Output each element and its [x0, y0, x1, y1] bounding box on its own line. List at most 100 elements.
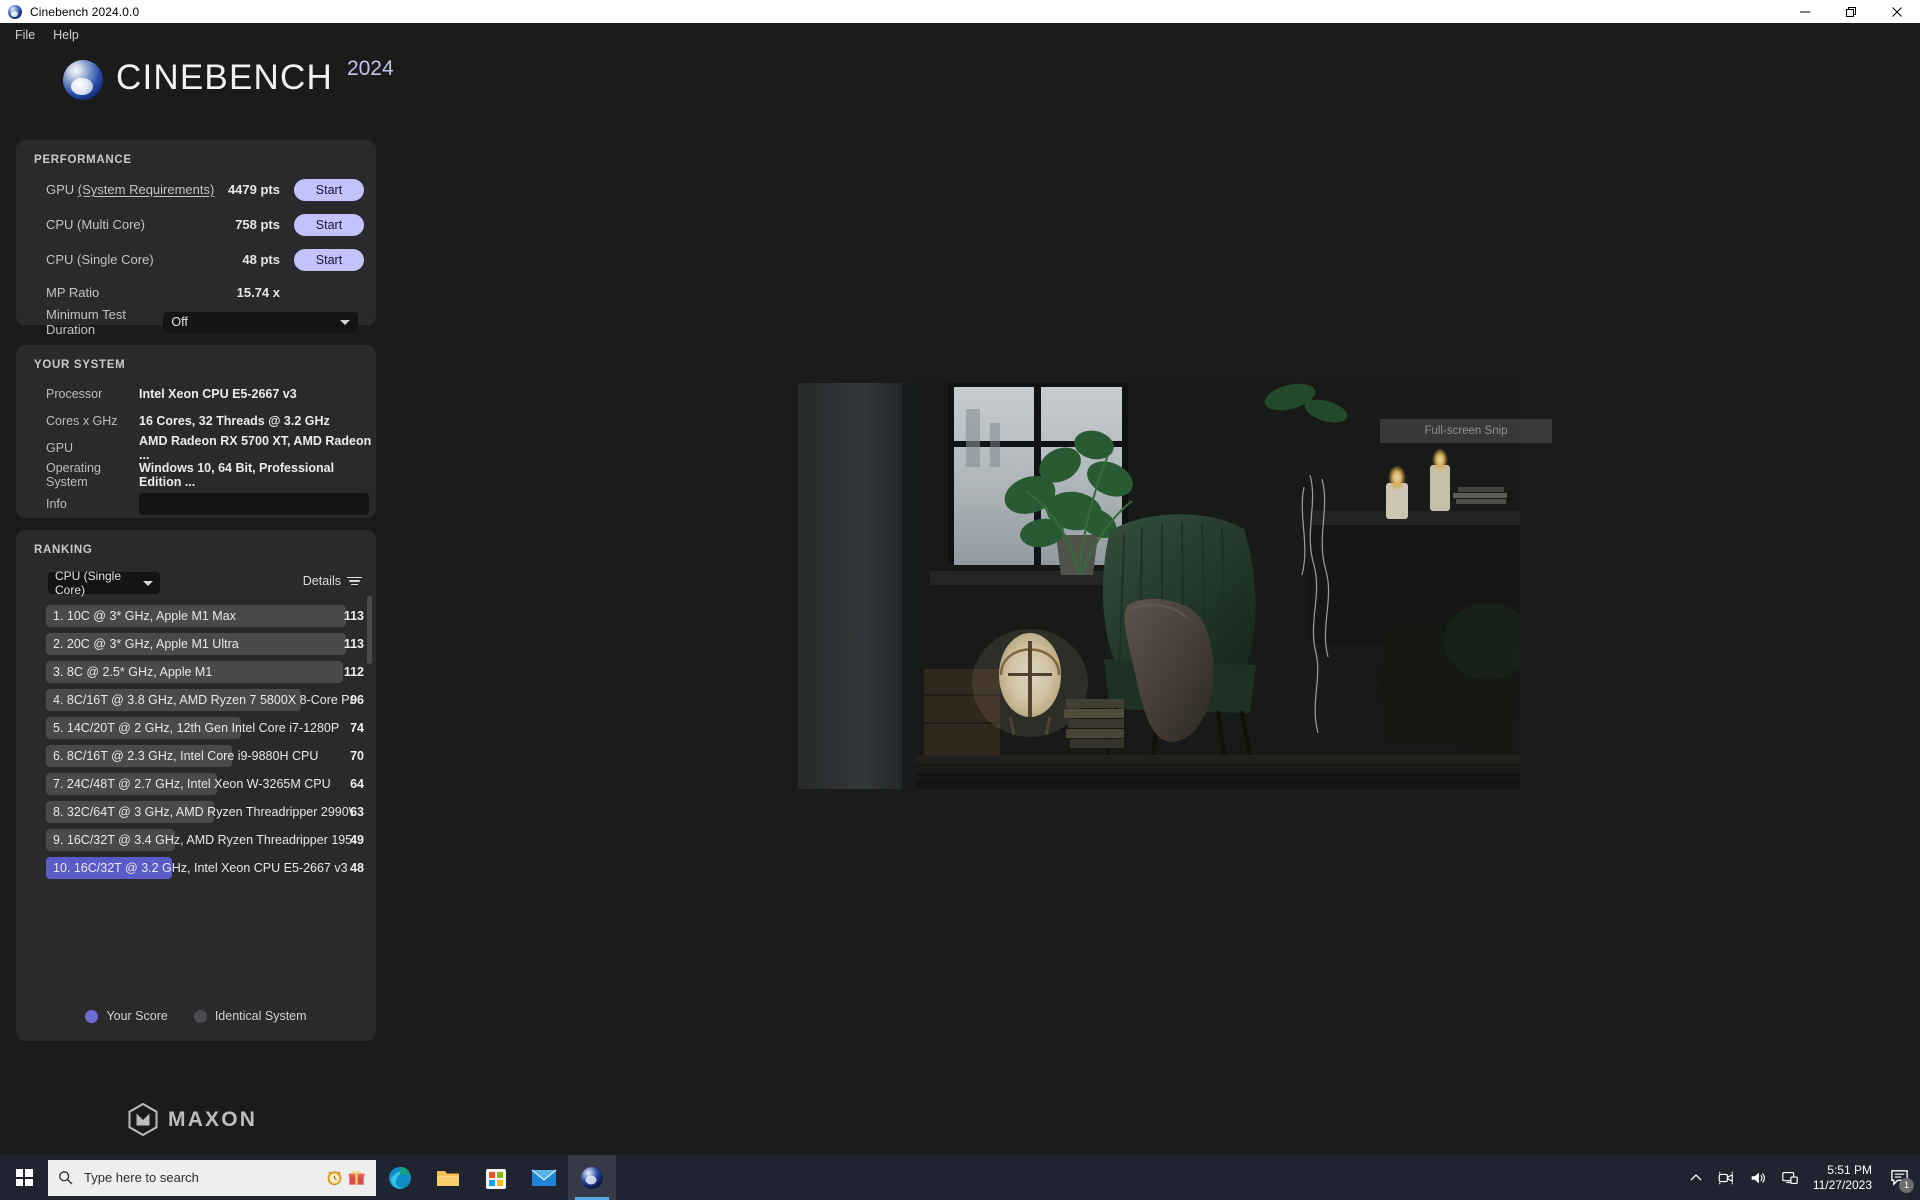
ranking-row[interactable]: 8. 32C/64T @ 3 GHz, AMD Ryzen Threadripp…	[36, 798, 378, 826]
teams-camera-icon[interactable]	[1717, 1169, 1735, 1187]
cpu-multi-label: CPU (Multi Core)	[46, 217, 145, 232]
window-controls	[1782, 0, 1920, 23]
legend-your-score: Your Score	[85, 1009, 168, 1023]
ranking-row[interactable]: 4. 8C/16T @ 3.8 GHz, AMD Ryzen 7 5800X 8…	[36, 686, 378, 714]
ranking-row-score: 48	[350, 861, 364, 875]
filter-icon	[347, 576, 362, 586]
gift-icon[interactable]	[347, 1168, 366, 1187]
performance-row-gpu: GPU (System Requirements) 4479 pts Start	[16, 172, 376, 207]
ranking-metric-dropdown[interactable]: CPU (Single Core)	[48, 569, 160, 597]
cinebench-taskbar-icon	[581, 1166, 603, 1189]
ranking-row-label: 6. 8C/16T @ 2.3 GHz, Intel Core i9-9880H…	[53, 749, 319, 763]
system-row-os: Operating System Windows 10, 64 Bit, Pro…	[16, 461, 376, 489]
ranking-scrollbar-thumb[interactable]	[367, 596, 372, 664]
ranking-row-label: 3. 8C @ 2.5* GHz, Apple M1	[53, 665, 213, 679]
system-tray: 5:51 PM 11/27/2023 1	[1689, 1155, 1920, 1200]
version-year: 2024	[346, 57, 394, 80]
mp-ratio-value: 15.74 x	[236, 284, 280, 300]
taskbar-app-file-explorer[interactable]	[424, 1155, 472, 1200]
processor-value: Intel Xeon CPU E5-2667 v3	[139, 386, 297, 401]
info-label: Info	[46, 497, 67, 511]
mail-icon	[531, 1169, 557, 1186]
wordmark: CINEBENCH	[116, 58, 333, 97]
cinebench-window: Cinebench 2024.0.0 File Help CINEBENCH 2…	[0, 0, 1920, 1200]
ranking-row[interactable]: 1. 10C @ 3* GHz, Apple M1 Max 113	[36, 602, 378, 630]
ranking-row-label: 5. 14C/20T @ 2 GHz, 12th Gen Intel Core …	[53, 721, 340, 735]
ranking-panel: RANKING CPU (Single Core) Details 1. 10C…	[16, 530, 376, 1041]
system-gpu-value: AMD Radeon RX 5700 XT, AMD Radeon ...	[139, 433, 372, 462]
ranking-row-score: 64	[350, 777, 364, 791]
cores-value: 16 Cores, 32 Threads @ 3.2 GHz	[139, 413, 330, 428]
performance-row-mp-ratio: MP Ratio 15.74 x	[16, 277, 376, 307]
ranking-row-label: 7. 24C/48T @ 2.7 GHz, Intel Xeon W-3265M…	[53, 777, 331, 791]
taskbar-app-cinebench[interactable]	[568, 1155, 616, 1200]
menu-item-help[interactable]: Help	[44, 25, 88, 45]
render-viewport	[798, 383, 1520, 789]
close-icon[interactable]	[1874, 0, 1920, 23]
ranking-row[interactable]: 10. 16C/32T @ 3.2 GHz, Intel Xeon CPU E5…	[36, 854, 378, 882]
ranking-row-label: 10. 16C/32T @ 3.2 GHz, Intel Xeon CPU E5…	[53, 861, 348, 875]
chevron-down-icon	[340, 319, 350, 325]
ranking-row-label: 4. 8C/16T @ 3.8 GHz, AMD Ryzen 7 5800X 8…	[53, 693, 353, 707]
taskbar-app-microsoft-store[interactable]	[472, 1155, 520, 1200]
ranking-row[interactable]: 2. 20C @ 3* GHz, Apple M1 Ultra 113	[36, 630, 378, 658]
search-input[interactable]: Type here to search	[48, 1159, 376, 1196]
window-title: Cinebench 2024.0.0	[30, 4, 140, 19]
ranking-panel-title: RANKING	[34, 544, 93, 556]
cpu-single-score: 48 pts	[242, 252, 280, 267]
alarm-clock-icon[interactable]	[325, 1168, 344, 1187]
fullscreen-snip-tooltip: Full-screen Snip	[1380, 419, 1552, 443]
minimize-icon[interactable]	[1782, 0, 1828, 23]
ranking-metric-value: CPU (Single Core)	[55, 569, 122, 597]
performance-panel-title: PERFORMANCE	[34, 154, 132, 166]
ranking-row[interactable]: 3. 8C @ 2.5* GHz, Apple M1 112	[36, 658, 378, 686]
volume-icon[interactable]	[1749, 1169, 1767, 1187]
window-title-bar: Cinebench 2024.0.0	[0, 0, 1920, 23]
legend-label-your-score: Your Score	[106, 1009, 168, 1023]
network-icon[interactable]	[1781, 1169, 1799, 1187]
gpu-score: 4479 pts	[227, 182, 280, 197]
ranking-row[interactable]: 9. 16C/32T @ 3.4 GHz, AMD Ryzen Threadri…	[36, 826, 378, 854]
details-label: Details	[302, 574, 341, 588]
ranking-row[interactable]: 7. 24C/48T @ 2.7 GHz, Intel Xeon W-3265M…	[36, 770, 378, 798]
legend-dot-your-score	[85, 1009, 99, 1023]
notification-badge-count: 1	[1899, 1177, 1914, 1193]
file-explorer-icon	[437, 1170, 459, 1186]
maxon-logo: MAXON	[128, 1103, 257, 1136]
system-row-cores: Cores x GHz 16 Cores, 32 Threads @ 3.2 G…	[16, 407, 376, 434]
min-duration-dropdown[interactable]: Off	[163, 311, 358, 333]
chevron-down-icon	[143, 580, 153, 586]
cpu-multi-score: 758 pts	[235, 217, 280, 232]
system-requirements-link[interactable]: (System Requirements)	[78, 182, 215, 197]
windows-start-icon[interactable]	[0, 1155, 48, 1200]
info-input[interactable]	[139, 493, 369, 515]
system-row-info: Info	[16, 488, 376, 520]
performance-row-cpu-multi: CPU (Multi Core) 758 pts Start	[16, 207, 376, 242]
details-button[interactable]: Details	[303, 574, 362, 588]
restore-icon[interactable]	[1828, 0, 1874, 23]
menu-item-file[interactable]: File	[6, 25, 44, 45]
gpu-start-button[interactable]: Start	[294, 178, 364, 201]
show-hidden-icons-chevron-up-icon[interactable]	[1689, 1171, 1703, 1185]
taskbar-app-microsoft-edge[interactable]	[376, 1155, 424, 1200]
min-duration-label: Minimum Test Duration	[46, 307, 126, 337]
taskbar-clock[interactable]: 5:51 PM 11/27/2023	[1813, 1163, 1872, 1193]
ranking-list: 1. 10C @ 3* GHz, Apple M1 Max 113 2. 20C @…	[36, 602, 378, 882]
ranking-row-score: 113	[343, 609, 364, 623]
cpu-multi-start-button[interactable]: Start	[294, 213, 364, 236]
taskbar-app-mail[interactable]	[520, 1155, 568, 1200]
ranking-row[interactable]: 6. 8C/16T @ 2.3 GHz, Intel Core i9-9880H…	[36, 742, 378, 770]
ranking-row-label: 9. 16C/32T @ 3.4 GHz, AMD Ryzen Threadri…	[53, 833, 353, 847]
ranking-row-score: 63	[350, 805, 364, 819]
processor-label: Processor	[46, 386, 103, 401]
cpu-single-start-button[interactable]: Start	[294, 248, 364, 271]
cinebench-logo: CINEBENCH 2024	[63, 55, 394, 101]
ranking-row-score: 113	[343, 637, 364, 651]
performance-row-cpu-single: CPU (Single Core) 48 pts Start	[16, 242, 376, 277]
your-system-panel-title: YOUR SYSTEM	[34, 359, 126, 371]
ranking-row[interactable]: 5. 14C/20T @ 2 GHz, 12th Gen Intel Core …	[36, 714, 378, 742]
system-row-gpu: GPU AMD Radeon RX 5700 XT, AMD Radeon ..…	[16, 433, 376, 462]
ranking-scrollbar[interactable]	[367, 596, 372, 1036]
gpu-label: GPU	[46, 182, 78, 197]
notification-center-button[interactable]: 1	[1886, 1165, 1914, 1193]
